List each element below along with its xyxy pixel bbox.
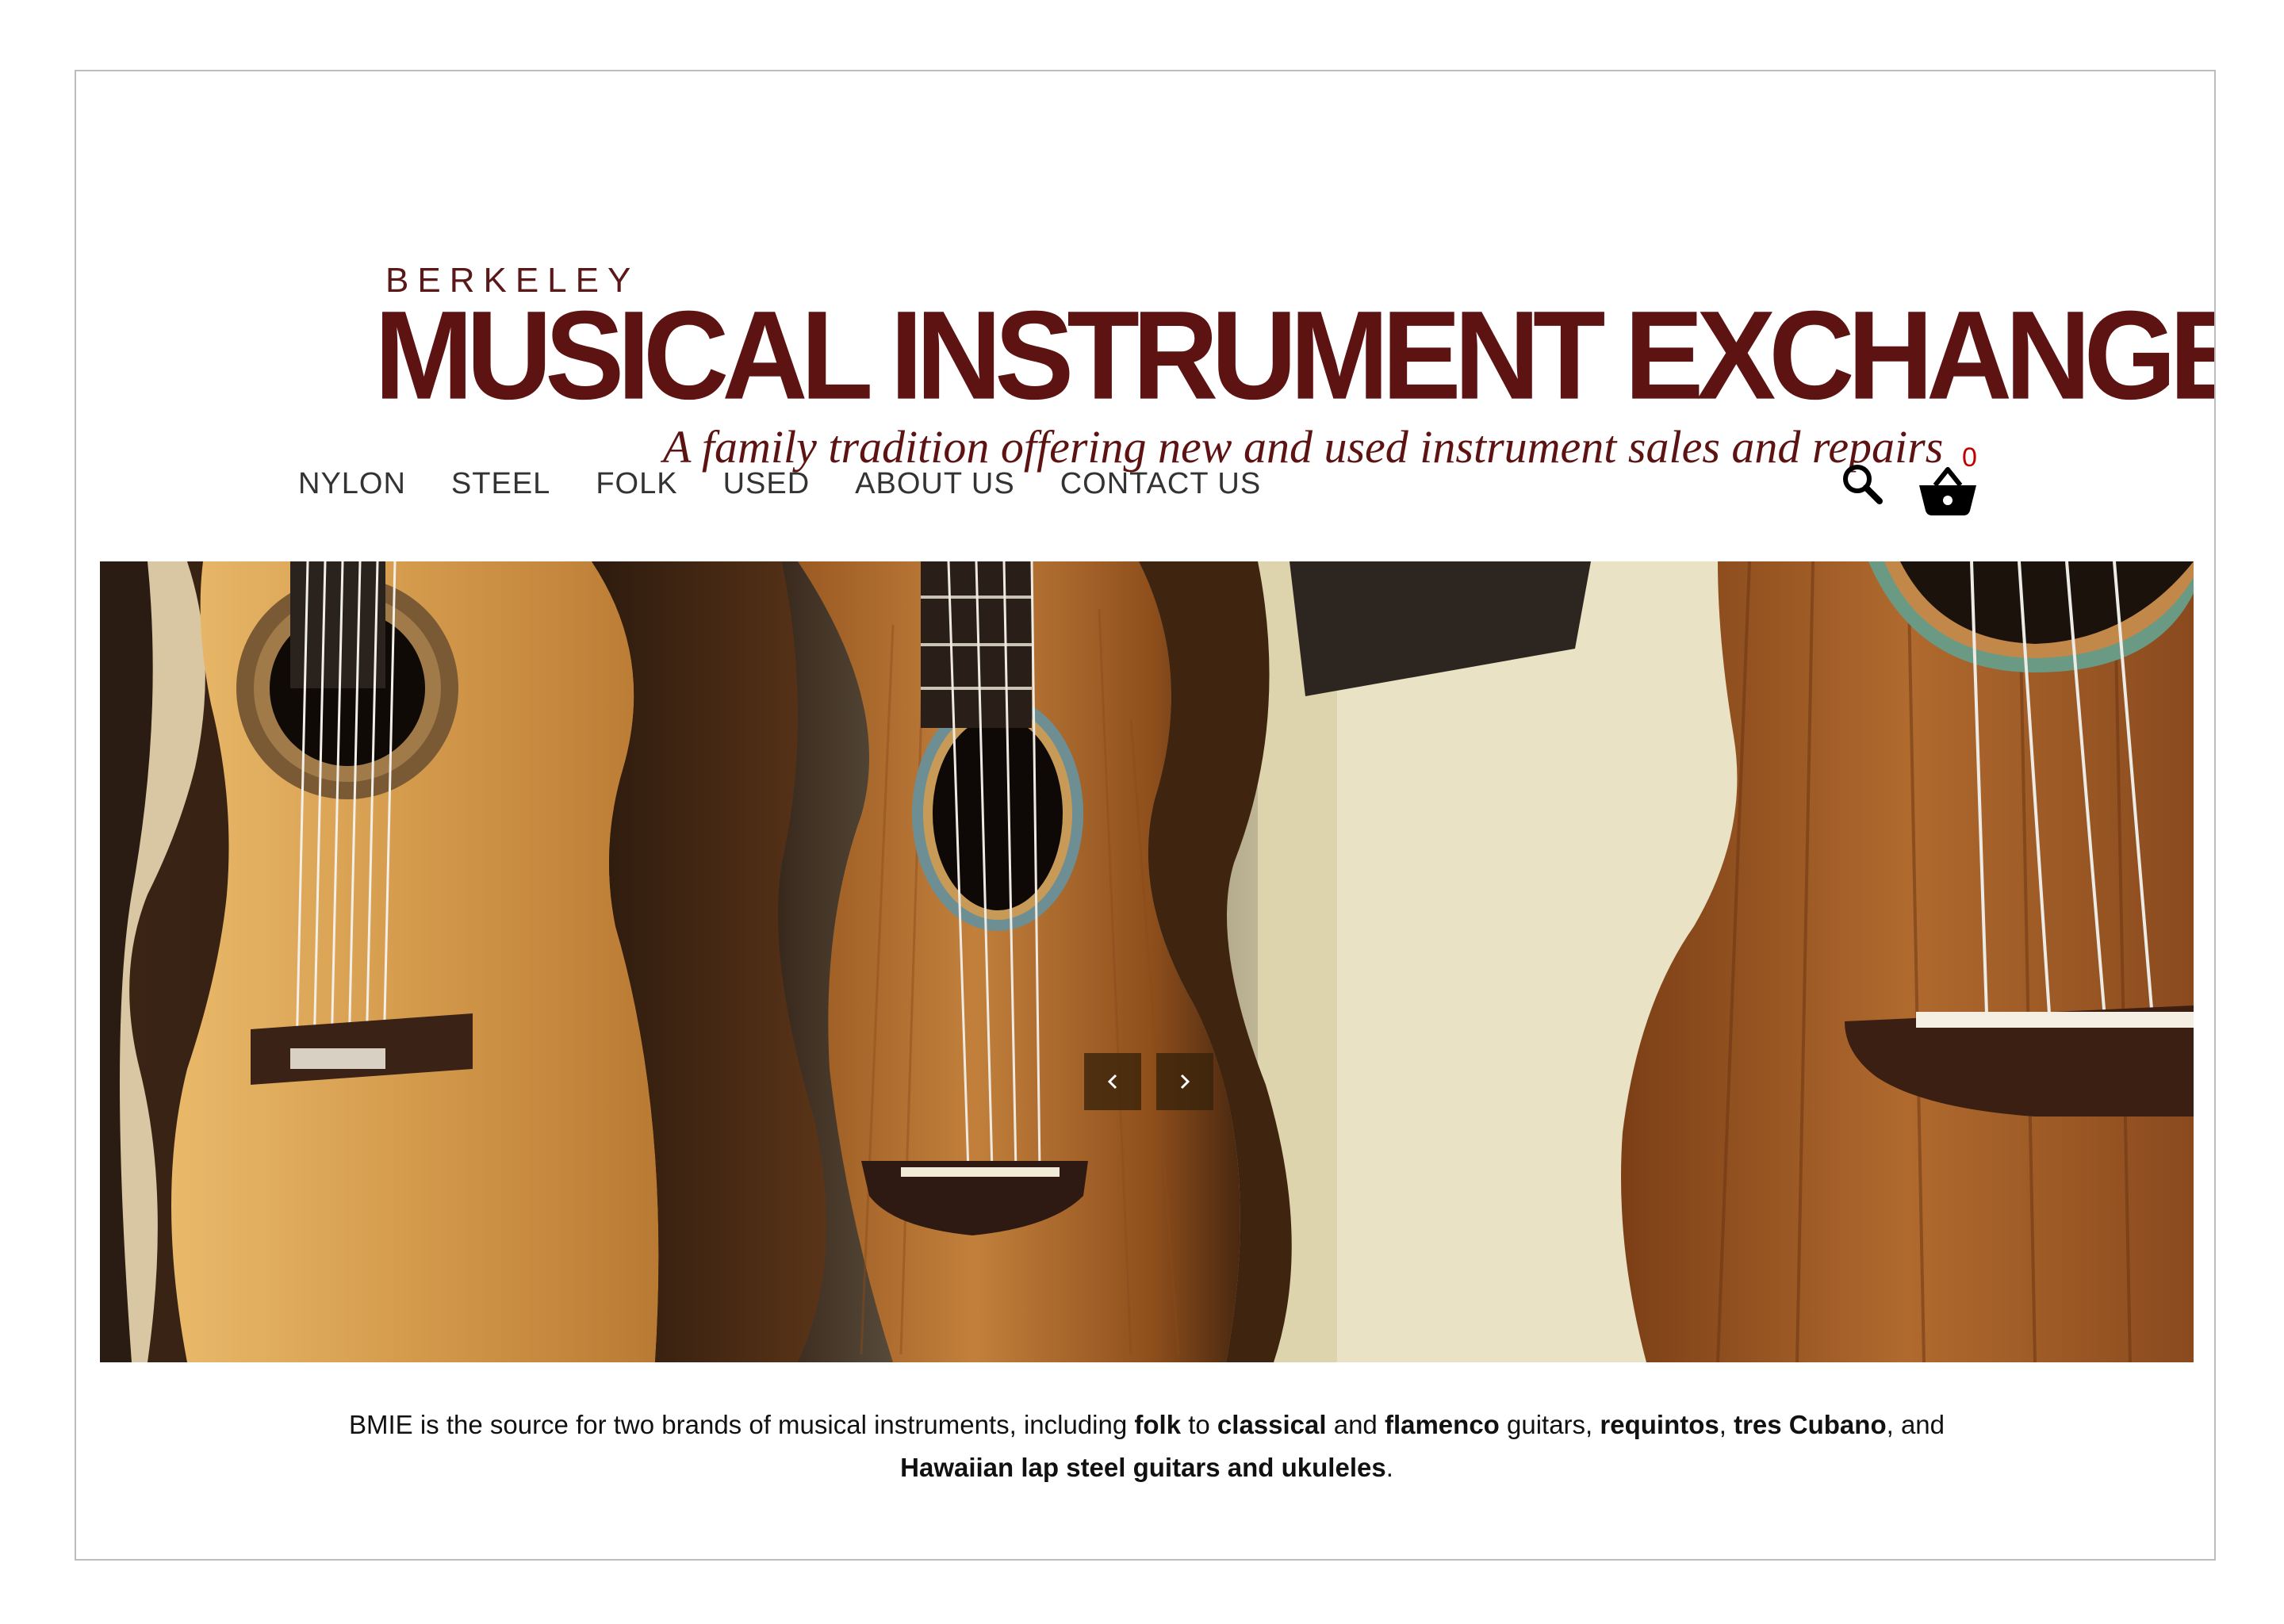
logo-title: MUSICAL INSTRUMENT EXCHANGE bbox=[374, 284, 2216, 426]
intro-link-hawaiian-lap-steel[interactable]: Hawaiian lap steel guitars and ukuleles bbox=[900, 1453, 1386, 1482]
intro-text-part: . bbox=[1385, 1453, 1393, 1482]
hero-image bbox=[100, 561, 2194, 1362]
intro-text-part: guitars, bbox=[1499, 1410, 1600, 1439]
intro-link-flamenco[interactable]: flamenco bbox=[1385, 1410, 1500, 1439]
nav-item-nylon[interactable]: NYLON bbox=[298, 467, 406, 501]
nav-item-used[interactable]: USED bbox=[723, 467, 811, 501]
intro-text-part: BMIE is the source for two brands of mus… bbox=[348, 1410, 1135, 1439]
search-button[interactable] bbox=[1840, 460, 1884, 508]
site-logo[interactable]: BERKELEY MUSICAL INSTRUMENT EXCHANGE A f… bbox=[298, 190, 2214, 492]
chevron-right-icon bbox=[1180, 1074, 1190, 1090]
page-frame: BERKELEY MUSICAL INSTRUMENT EXCHANGE A f… bbox=[75, 70, 2216, 1561]
intro-text-part: , bbox=[1719, 1410, 1734, 1439]
slider-prev-button[interactable] bbox=[1084, 1053, 1141, 1110]
nav-item-contact-us[interactable]: CONTACT US bbox=[1060, 467, 1262, 501]
intro-link-folk[interactable]: folk bbox=[1134, 1410, 1181, 1439]
chevron-left-icon bbox=[1107, 1074, 1117, 1090]
intro-text: BMIE is the source for two brands of mus… bbox=[76, 1404, 2214, 1491]
cart-button[interactable]: 0 bbox=[1916, 442, 1987, 515]
intro-text-part: and bbox=[1326, 1410, 1385, 1439]
intro-text-part: to bbox=[1181, 1410, 1217, 1439]
slider-next-button[interactable] bbox=[1156, 1053, 1213, 1110]
intro-text-part: , and bbox=[1886, 1410, 1945, 1439]
cart-count-badge: 0 bbox=[1962, 442, 1977, 473]
hero-slider bbox=[100, 561, 2194, 1362]
search-icon bbox=[1843, 465, 1883, 504]
intro-link-requintos[interactable]: requintos bbox=[1600, 1410, 1719, 1439]
nav-item-about-us[interactable]: ABOUT US bbox=[855, 467, 1015, 501]
intro-link-classical[interactable]: classical bbox=[1217, 1410, 1327, 1439]
nav-item-steel[interactable]: STEEL bbox=[451, 467, 550, 501]
nav-item-folk[interactable]: FOLK bbox=[596, 467, 677, 501]
intro-link-tres-cubano[interactable]: tres Cubano bbox=[1734, 1410, 1887, 1439]
main-nav: NYLON STEEL FOLK USED ABOUT US CONTACT U… bbox=[298, 460, 1306, 508]
